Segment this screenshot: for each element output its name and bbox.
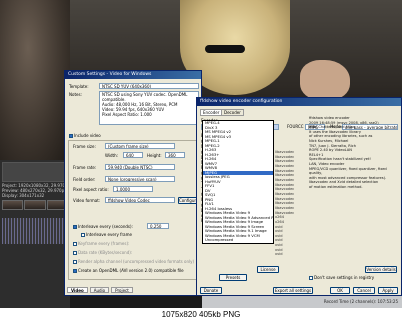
donate-button[interactable]: Donate	[200, 287, 222, 294]
tab-bar: Video Audio Project	[67, 287, 133, 293]
interleave-checkbox[interactable]: Interleave every (seconds):	[73, 224, 133, 229]
version-details-button[interactable]: Version details	[365, 266, 397, 273]
width-label: Width:	[105, 153, 118, 158]
checkbox-icon	[69, 134, 73, 138]
tab-decoder[interactable]: Decoder	[221, 109, 244, 116]
checkbox-icon	[81, 233, 85, 237]
about-line: of motion estimation method.	[309, 184, 363, 189]
height-input[interactable]: 360	[165, 152, 185, 158]
fourcc-label: FOURCC	[287, 124, 304, 129]
interleave-label: Interleave every (seconds):	[78, 224, 133, 229]
alpha-checkbox[interactable]: Render alpha channel (uncompressed video…	[73, 259, 194, 264]
dialog-title: Custom Settings - Video for Windows	[65, 71, 201, 79]
cancel-button[interactable]: Cancel	[353, 287, 375, 294]
tab-encoder[interactable]: Encoder	[200, 109, 223, 116]
preview-info	[2, 162, 68, 182]
video-format-label: Video format:	[73, 198, 101, 203]
ok-button[interactable]: OK	[330, 287, 350, 294]
video-person-left	[0, 0, 70, 160]
field-order-select[interactable]: None (progressive scan)	[105, 176, 175, 182]
lib-name: xvid	[275, 252, 283, 257]
field-order-label: Field order:	[73, 177, 96, 182]
interleave-frame-checkbox[interactable]: Interleave every frame	[81, 232, 132, 237]
video-thumb	[2, 200, 24, 210]
keyframe-checkbox[interactable]: Keyframe every (frames):	[73, 241, 129, 246]
registry-checkbox[interactable]: Don't save settings in registry	[309, 275, 374, 280]
video-thumb	[24, 200, 46, 210]
frame-size-label: Frame size:	[73, 144, 96, 149]
apply-button[interactable]: Apply	[378, 287, 398, 294]
frame-rate-label: Frame rate:	[73, 165, 97, 170]
checkbox-icon	[73, 251, 77, 255]
opendml-label: Create an OpenDML (AVI version 2.0) comp…	[78, 268, 184, 273]
template-label: Template:	[69, 84, 89, 89]
interleave-frame-label: Interleave every frame	[86, 232, 132, 237]
par-select[interactable]: 1.0000	[113, 186, 153, 192]
status-bar: Record Time (2 channels): 107:53:25	[202, 295, 402, 308]
frame-size-select[interactable]: (Custom frame size)	[105, 143, 175, 149]
checkbox-icon	[309, 276, 313, 280]
notes-line: Pixel Aspect Ratio: 1.000	[102, 112, 152, 117]
ffdshow-title: ffdshow video encoder configuration	[197, 98, 401, 106]
opendml-checkbox[interactable]: Create an OpenDML (AVI version 2.0) comp…	[73, 268, 184, 273]
width-input[interactable]: 640	[123, 152, 143, 158]
alpha-label: Render alpha channel (uncompressed video…	[78, 259, 195, 264]
custom-settings-dialog: Custom Settings - Video for Windows Temp…	[64, 70, 202, 296]
video-format-select[interactable]: ffdshow Video Codec	[105, 197, 175, 203]
include-video-checkbox[interactable]: Include video	[69, 133, 101, 138]
about-line: MPEG/VCD quantizer, fixed quantizer, fix…	[309, 166, 387, 176]
license-button[interactable]: License	[257, 266, 279, 273]
tab-project[interactable]: Project	[111, 287, 133, 293]
checkbox-icon	[73, 260, 77, 264]
screenshot-frame: Project: 1920x1080x32, 29.970p Preview: …	[0, 0, 402, 308]
audio-track[interactable]	[2, 218, 68, 244]
library-column: libavcodec libavcodec libavcodec libavco…	[275, 150, 313, 257]
include-video-label: Include video	[74, 133, 101, 138]
template-field[interactable]: NTSC SD YUV (640x360)	[99, 83, 199, 89]
registry-label: Don't save settings in registry	[314, 275, 375, 280]
tab-video[interactable]: Video	[67, 287, 88, 293]
image-caption: 1075x820 405kb PNG	[0, 308, 402, 322]
dropdown-option[interactable]: Uncompressed	[203, 237, 273, 243]
interleave-input[interactable]: 0.250	[147, 223, 169, 229]
tab-audio[interactable]: Audio	[89, 287, 110, 293]
notes-line: NTSC SD using Sony YUV codec. OpenDML co…	[102, 92, 188, 102]
notes-field[interactable]: NTSC SD using Sony YUV codec. OpenDML co…	[99, 91, 199, 125]
height-label: Height:	[147, 153, 162, 158]
video-hand	[300, 60, 350, 100]
presets-button[interactable]: Presets	[219, 274, 247, 281]
display-info: Display: 304x171x32	[2, 193, 45, 198]
notes-label: Notes:	[69, 92, 82, 97]
encoder-dropdown-list[interactable]: MPEG-4 DivX 3 MS MPEG4 v2 MS MPEG4 v3 MPEG-1…	[202, 120, 274, 244]
keyframe-label: Keyframe every (frames):	[78, 241, 130, 246]
export-settings-button[interactable]: Export all settings	[273, 287, 313, 294]
video-microphone	[205, 45, 245, 53]
video-track[interactable]	[2, 200, 68, 210]
timeline-panel: Project: 1920x1080x32, 29.970p Preview: …	[0, 160, 70, 308]
frame-rate-select[interactable]: 59.940 (Double NTSC)	[105, 164, 175, 170]
checkbox-icon	[73, 269, 77, 273]
checkbox-icon	[73, 242, 77, 246]
data-rate-label: Data rate (KBytes/second):	[78, 250, 133, 255]
par-label: Pixel aspect ratio:	[73, 187, 109, 192]
data-rate-checkbox[interactable]: Data rate (KBytes/second):	[73, 250, 132, 255]
about-text: ffdshow video encoder 2009 16:48:59 (msv…	[309, 116, 399, 284]
checkbox-icon	[73, 225, 77, 229]
record-time: Record Time (2 channels): 107:53:25	[323, 299, 398, 304]
